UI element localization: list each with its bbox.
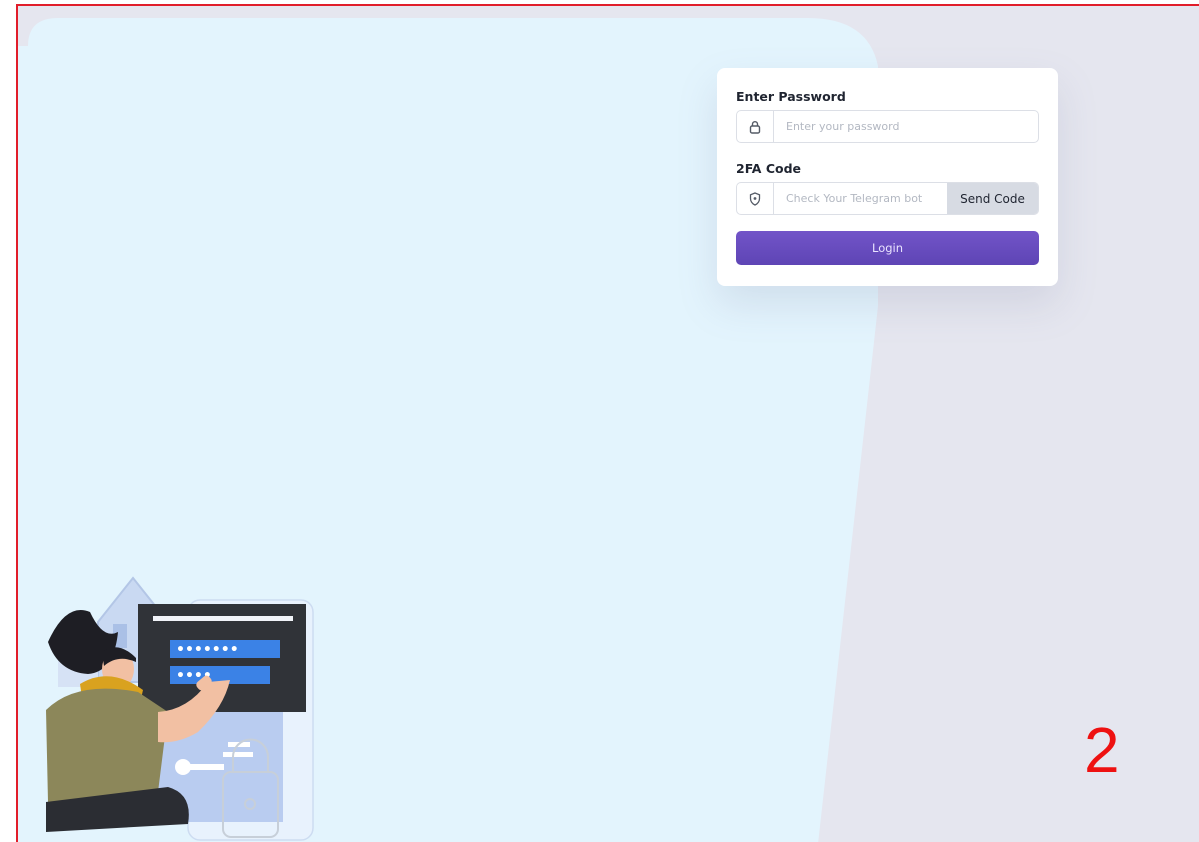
password-label: Enter Password [736,89,846,104]
login-card: Enter Password 2FA Code Send Code Login [717,68,1058,286]
login-button[interactable]: Login [736,231,1039,265]
send-code-button[interactable]: Send Code [947,183,1038,214]
slide-number: 2 [1084,714,1120,786]
shield-icon [737,183,774,214]
twofa-input-group: Send Code [736,182,1039,215]
password-input-group [736,110,1039,143]
lock-icon [737,111,774,142]
masked-password-field-1: ••••••• [176,642,239,658]
person-entering-password-illustration: ••••••• •••• [46,576,314,841]
password-input[interactable] [774,111,1038,142]
twofa-code-input[interactable] [774,183,947,214]
screenshot-frame: Enter Password 2FA Code Send Code Login [16,4,1199,842]
twofa-label: 2FA Code [736,161,802,176]
